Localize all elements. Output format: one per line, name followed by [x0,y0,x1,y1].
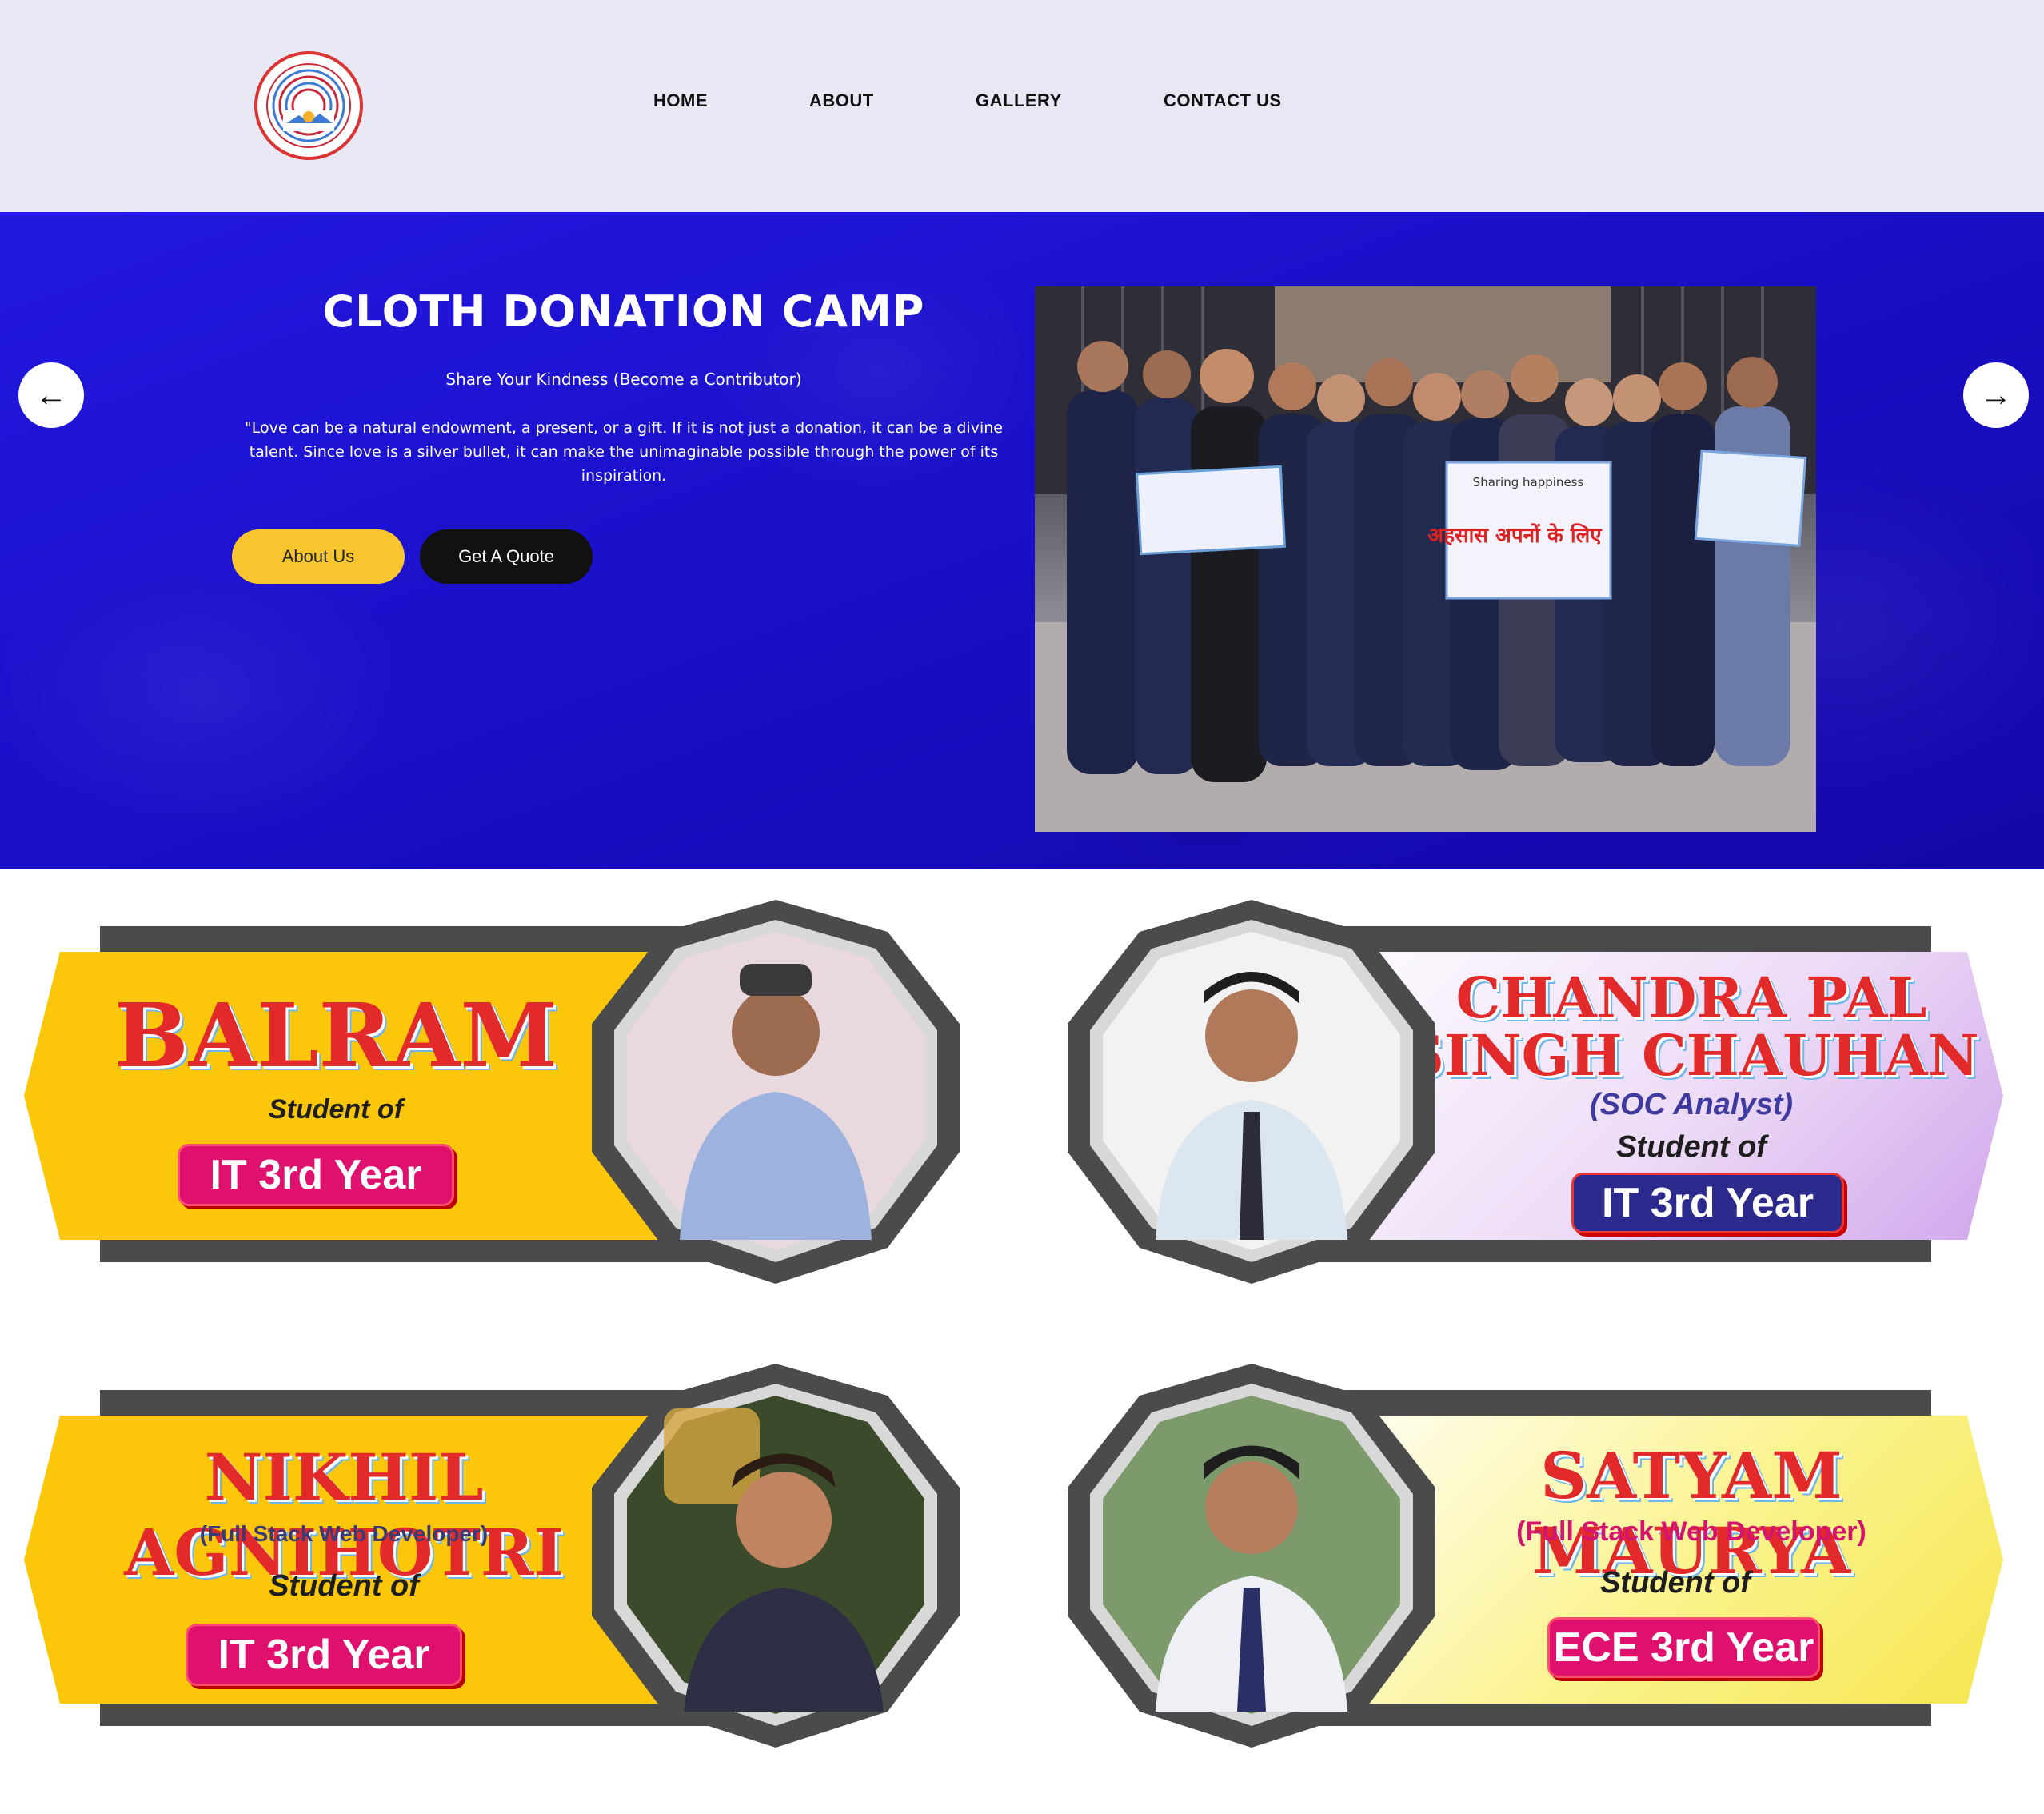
student-specialization: (Full Stack Web Developer) [1516,1516,1866,1547]
group-photo-illustration: Sharing happiness अहसास अपनों के लिए [1035,286,1816,832]
student-specialization: (Full Stack Web Developer) [199,1521,489,1546]
about-us-button[interactable]: About Us [232,529,405,584]
site-header: HOME ABOUT GALLERY CONTACT US [0,0,2044,212]
hero-carousel: CLOTH DONATION CAMP Share Your Kindness … [0,212,2044,869]
student-year-badge: IT 3rd Year [186,1624,462,1686]
hero-subtitle: Share Your Kindness (Become a Contributo… [445,370,802,389]
nav-home[interactable]: HOME [653,90,708,111]
student-card-nikhil-agnihotri: NIKHIL AGNIHOTRI (Full Stack Web Develop… [24,1360,984,1760]
student-name-line-2: SINGH CHAUHAN [1403,1022,1979,1089]
student-photo-frame [592,900,960,1284]
student-card-balram: BALRAM Student of IT 3rd Year [24,896,984,1296]
main-nav: HOME ABOUT GALLERY CONTACT US [0,90,2044,118]
student-photo-frame [1068,900,1435,1284]
carousel-next-button[interactable]: → [1963,362,2029,428]
student-name: NIKHIL AGNIHOTRI [124,1440,564,1590]
student-role: Student of [269,1569,419,1603]
carousel-prev-button[interactable]: ← [18,362,84,428]
student-card-satyam-maurya: SATYAM MAURYA (Full Stack Web Developer)… [1044,1360,2003,1760]
arrow-left-icon: ← [35,377,67,413]
student-name: CHANDRA PAL SINGH CHAUHAN [1403,969,1979,1085]
student-role: Student of [1616,1130,1767,1164]
nav-contact-us[interactable]: CONTACT US [1164,90,1282,111]
arrow-right-icon: → [1980,377,2012,413]
student-name-line-1: CHANDRA PAL [1455,965,1927,1031]
photo-poster-text: Sharing happiness [1473,475,1584,489]
hero-quote: "Love can be a natural endowment, a pres… [245,419,1003,485]
photo-poster-hindi-text: अहसास अपनों के लिए [1427,523,1603,548]
student-year-badge: ECE 3rd Year [1547,1617,1820,1678]
student-photo-frame [1068,1364,1435,1748]
student-specialization: (SOC Analyst) [1589,1088,1794,1121]
student-year-badge: IT 3rd Year [1571,1173,1844,1233]
hero-title: CLOTH DONATION CAMP [322,286,925,337]
get-a-quote-button[interactable]: Get A Quote [420,529,593,584]
nav-about[interactable]: ABOUT [809,90,874,111]
student-card-chandra-pal-singh-chauhan: CHANDRA PAL SINGH CHAUHAN (SOC Analyst) … [1044,896,2003,1296]
student-role: Student of [268,1094,404,1125]
student-name: BALRAM [114,984,558,1087]
student-role: Student of [1600,1566,1751,1600]
student-photo-frame [592,1364,960,1748]
nav-gallery[interactable]: GALLERY [976,90,1062,111]
hero-group-photo: Sharing happiness अहसास अपनों के लिए [1035,286,1816,832]
student-year-badge: IT 3rd Year [178,1144,454,1206]
